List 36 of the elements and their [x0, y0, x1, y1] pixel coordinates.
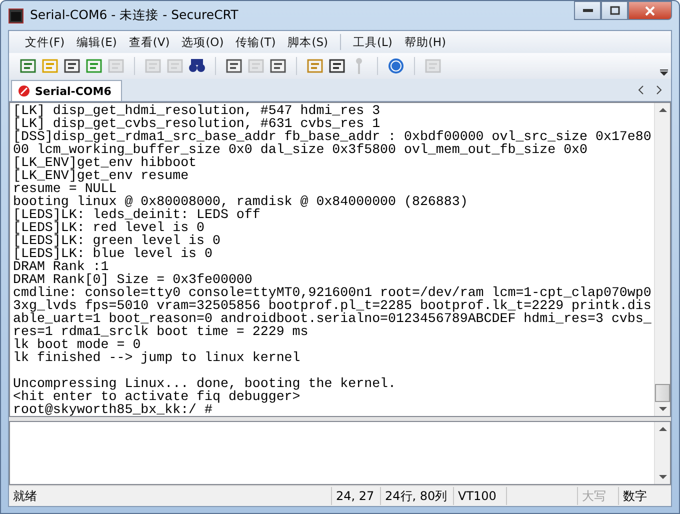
tab-right-icon[interactable]	[655, 85, 663, 95]
cursor-position: 24, 27	[331, 487, 380, 505]
close-icon	[645, 6, 655, 16]
key-indicator: 数字	[618, 487, 659, 505]
terminal-size: 24行, 80列	[380, 487, 453, 505]
terminal-icon	[8, 8, 24, 24]
menu-item[interactable]: 选项(O)	[176, 34, 230, 50]
tab-left-icon[interactable]	[637, 85, 645, 95]
scrollbar[interactable]	[654, 103, 670, 416]
scroll-up-icon[interactable]	[658, 426, 666, 432]
window-title: Serial-COM6 - 未连接 - SecureCRT	[30, 7, 238, 24]
menu-item[interactable]: 工具(L)	[347, 34, 398, 50]
help-icon[interactable]	[387, 57, 405, 75]
emulation-mode: VT100	[453, 487, 506, 505]
terminal-output: [LK] disp_get_hdmi_resolution, #547 hdmi_res 3 [LK] disp_get_cvbs_resolution, #631 cvbs_res 1 [DSS]disp_get_rdma1_src_base_addr fb_base_addr : 0xbdf00000 ovl_src_size 0x17e80 00 lcm_working_buffer_size 0x0 dal_size 0x3f5800 ovl_mem_out_fb_size 0x0 [LK_ENV]get_env hibboot [LK_ENV]get_env resume resume = NULL booting linux @ 0x80008000, ramdisk @ 0x84000000 (826883) [LEDS]LK: leds_deinit: LEDS off [LEDS]LK: red level is 0 [LEDS]LK: green level is 0 [LEDS]LK: blue level is 0 DRAM Rank :1 DRAM Rank[0] Size = 0x3fe00000 cmdline: console=tty0 console=ttyMT0,921600n1 root=/dev/ram lcm=1-cpt_clap070wp0 3xg_lvds fps=5010 vram=32505856 bootprof.pl_t=2285 bootprof.lk_t=2229 printk.dis able_uart=1 boot_reason=0 androidboot.serialno=0123456789ABCDEF hdmi_res=3 cvbs_ res=1 rdma1_srclk boot time = 2229 ms lk boot mode = 0 lk finished --> jump to linux kernel Uncompressing Linux... done, booting the kernel. <hit enter to activate fiq debugger> root@skyworth85_bx_kk:/ #	[12, 103, 652, 416]
scrollbar[interactable]	[654, 422, 670, 484]
status-message: 就绪	[12, 488, 38, 504]
menu-item[interactable]: 帮助(H)	[398, 34, 452, 50]
menu-item[interactable]: 文件(F)	[19, 34, 71, 50]
scroll-up-icon[interactable]	[658, 107, 666, 113]
menu-item[interactable]: 编辑(E)	[70, 34, 123, 50]
binoculars-icon[interactable]	[188, 57, 206, 75]
minimize-button[interactable]	[574, 1, 601, 20]
key-indicator: 大写	[577, 487, 618, 505]
menu-item[interactable]: 传输(T)	[230, 34, 282, 50]
scroll-down-icon[interactable]	[658, 474, 666, 480]
scroll-thumb[interactable]	[655, 384, 670, 402]
scroll-down-icon[interactable]	[658, 406, 666, 412]
menu-item[interactable]: 脚本(S)	[282, 34, 334, 50]
minimize-icon	[582, 8, 592, 12]
menu-item[interactable]: 查看(V)	[122, 34, 176, 50]
overflow-icon[interactable]	[660, 68, 668, 76]
maximize-button[interactable]	[601, 1, 628, 20]
session-tab[interactable]: Serial-COM6	[11, 80, 122, 101]
close-button[interactable]	[628, 1, 672, 20]
maximize-icon	[610, 6, 620, 15]
